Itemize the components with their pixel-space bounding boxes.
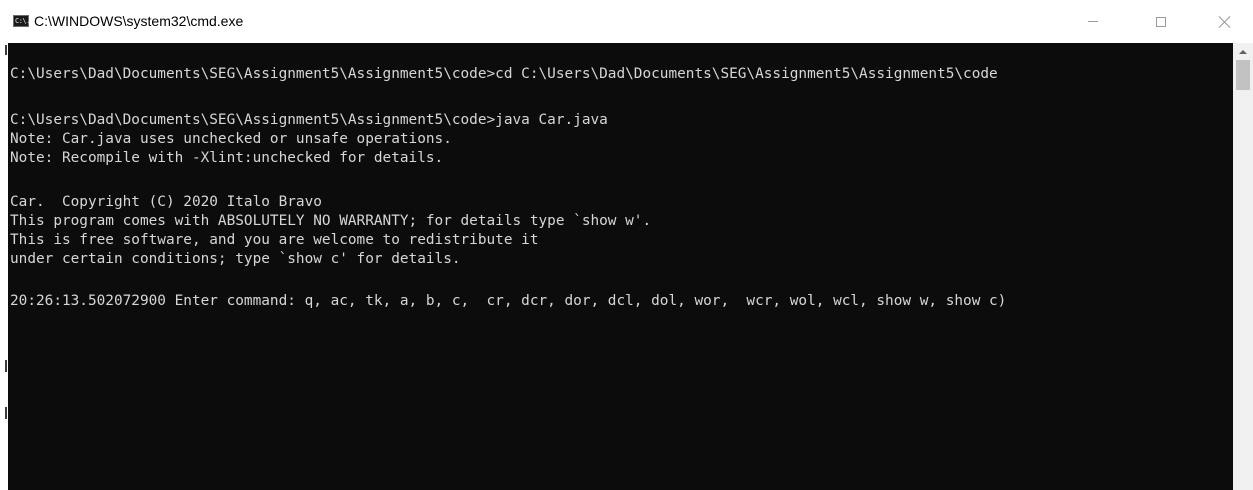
cmd-app-icon[interactable]: C:\. [13, 15, 30, 27]
vertical-scrollbar[interactable] [1233, 43, 1253, 490]
cmd-icon-label: C:\. [15, 17, 30, 25]
console-line: C:\Users\Dad\Documents\SEG\Assignment5\A… [10, 66, 998, 82]
close-button[interactable] [1202, 0, 1248, 43]
edge-mark [5, 407, 7, 419]
console-line: This program comes with ABSOLUTELY NO WA… [10, 213, 652, 229]
cmd-window: C:\. C:\WINDOWS\system32\cmd.exe C:\User… [0, 0, 1253, 490]
console-line: Note: Car.java uses unchecked or unsafe … [10, 131, 452, 147]
maximize-button[interactable] [1138, 0, 1184, 43]
maximize-icon [1156, 16, 1166, 27]
close-icon [1218, 15, 1232, 29]
console-line: This is free software, and you are welco… [10, 232, 539, 248]
left-window-edge [0, 43, 8, 490]
chevron-up-icon [1239, 49, 1247, 54]
minimize-icon [1088, 21, 1098, 22]
console-line: Car. Copyright (C) 2020 Italo Bravo [10, 194, 322, 210]
window-title: C:\WINDOWS\system32\cmd.exe [34, 13, 244, 29]
title-bar[interactable]: C:\. C:\WINDOWS\system32\cmd.exe [0, 0, 1253, 43]
edge-mark [5, 360, 7, 372]
minimize-button[interactable] [1070, 0, 1116, 43]
scroll-up-button[interactable] [1233, 43, 1253, 60]
scrollbar-thumb[interactable] [1236, 60, 1250, 90]
console-line: C:\Users\Dad\Documents\SEG\Assignment5\A… [10, 112, 608, 128]
console-line: under certain conditions; type `show c' … [10, 251, 461, 267]
console-prompt-line: 20:26:13.502072900 Enter command: q, ac,… [10, 293, 1007, 309]
console-line: Note: Recompile with -Xlint:unchecked fo… [10, 150, 444, 166]
console-output[interactable]: C:\Users\Dad\Documents\SEG\Assignment5\A… [8, 43, 1233, 490]
edge-mark [5, 45, 7, 55]
